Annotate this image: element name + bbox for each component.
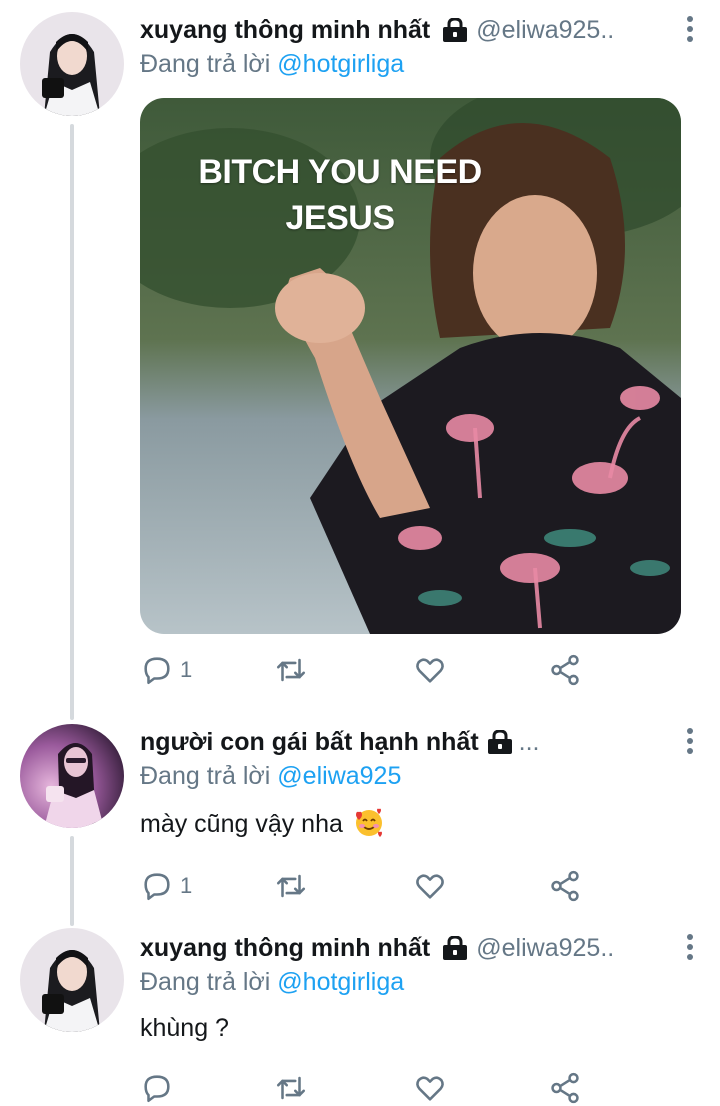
display-name[interactable]: xuyang thông minh nhất (140, 16, 430, 45)
reply-count: 1 (180, 657, 193, 682)
more-vertical-icon[interactable] (680, 934, 700, 964)
reply-prefix: Đang trả lời (140, 968, 271, 996)
more-vertical-icon[interactable] (680, 16, 700, 46)
share-button[interactable] (548, 1066, 582, 1106)
share-button[interactable] (548, 864, 582, 908)
like-button[interactable] (413, 864, 447, 908)
retweet-button[interactable] (274, 648, 308, 692)
avatar[interactable] (20, 928, 124, 1032)
like-button[interactable] (413, 648, 447, 692)
share-icon (551, 870, 579, 902)
reply-icon (144, 873, 170, 901)
avatar[interactable] (20, 12, 124, 116)
lock-icon (443, 936, 468, 960)
display-name[interactable]: xuyang thông minh nhất (140, 934, 430, 963)
tweet-text-content: mày cũng vậy nha (140, 810, 343, 838)
tweet[interactable]: xuyang thông minh nhất @eliwa925.. Đang … (0, 12, 720, 702)
tweet[interactable]: xuyang thông minh nhất @eliwa925.. Đang … (0, 928, 720, 1106)
media-image[interactable]: BITCH YOU NEED JESUS (140, 98, 681, 634)
handle[interactable]: @eliwa925.. (476, 16, 614, 45)
share-button[interactable] (548, 648, 582, 692)
reply-button[interactable]: 1 (140, 648, 192, 692)
tweet-text-content: khùng ? (140, 1014, 229, 1042)
meme-caption-line2: JESUS (285, 199, 396, 237)
more-vertical-icon[interactable] (680, 728, 700, 758)
retweet-button[interactable] (274, 1066, 308, 1106)
reply-prefix: Đang trả lời (140, 762, 271, 790)
reply-context: Đang trả lời @hotgirliga (140, 50, 700, 84)
lock-icon (443, 18, 468, 42)
retweet-icon (276, 1076, 306, 1100)
handle[interactable]: @eliwa925.. (476, 934, 614, 963)
reply-prefix: Đang trả lời (140, 50, 271, 78)
tweet[interactable]: người con gái bất hạnh nhất ... Đang trả… (0, 724, 720, 904)
reply-icon (144, 657, 170, 685)
display-name[interactable]: người con gái bất hạnh nhất (140, 728, 479, 757)
reply-button[interactable] (140, 1066, 180, 1106)
handle[interactable]: ... (519, 728, 540, 757)
retweet-icon (276, 874, 306, 898)
smiling-face-with-hearts-icon (355, 808, 382, 837)
mention-link[interactable]: @eliwa925 (277, 762, 401, 790)
share-icon (551, 654, 579, 686)
mention-link[interactable]: @hotgirliga (277, 968, 404, 996)
lock-icon (487, 730, 512, 754)
reply-context: Đang trả lời @eliwa925 (140, 762, 700, 796)
reply-count: 1 (180, 873, 193, 898)
retweet-button[interactable] (274, 864, 308, 908)
reply-icon (144, 1075, 170, 1103)
reply-context: Đang trả lời @hotgirliga (140, 968, 700, 1002)
share-icon (551, 1072, 579, 1104)
heart-icon (416, 658, 444, 683)
mention-link[interactable]: @hotgirliga (277, 50, 404, 78)
tweet-text: mày cũng vậy nha (140, 808, 700, 842)
like-button[interactable] (413, 1066, 447, 1106)
meme-caption-line1: BITCH YOU NEED (198, 153, 482, 191)
tweet-text: khùng ? (140, 1014, 700, 1048)
heart-icon (416, 1076, 444, 1101)
avatar[interactable] (20, 724, 124, 828)
reply-button[interactable]: 1 (140, 864, 192, 908)
retweet-icon (276, 658, 306, 682)
heart-icon (416, 874, 444, 899)
